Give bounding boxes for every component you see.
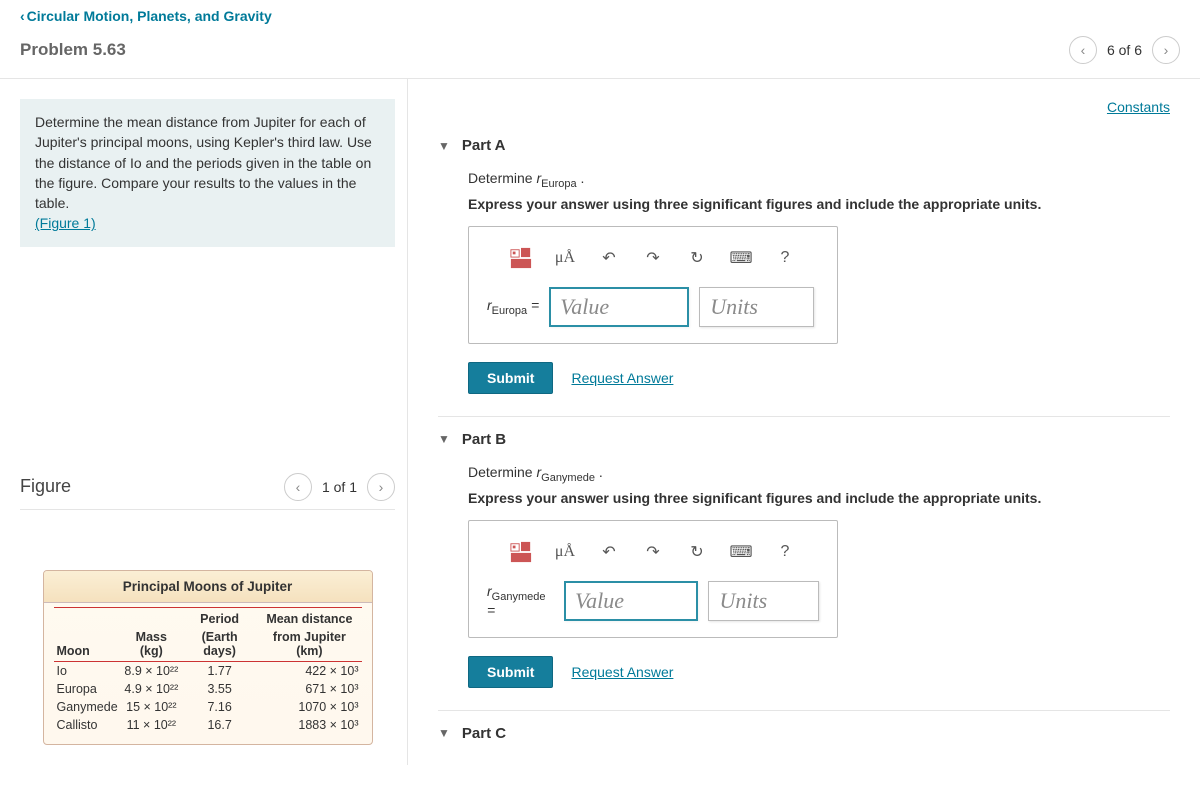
units-icon[interactable]: μÅ: [545, 243, 585, 273]
th-period-l1: Period: [182, 607, 257, 626]
prompt-text: Determine the mean distance from Jupiter…: [35, 114, 372, 211]
figure-heading: Figure: [20, 476, 71, 497]
part-b: ▼ Part B Determine rGanymede . Express y…: [438, 427, 1170, 711]
undo-icon[interactable]: ↶: [589, 243, 629, 273]
th-moon: Moon: [54, 607, 121, 661]
problem-position: 6 of 6: [1107, 42, 1142, 58]
part-b-instructions: Express your answer using three signific…: [468, 490, 1170, 506]
figure-link[interactable]: (Figure 1): [35, 215, 96, 231]
part-b-var-label: rGanymede =: [487, 583, 554, 619]
th-period-l2: (Earth days): [182, 626, 257, 662]
next-problem-button[interactable]: ›: [1152, 36, 1180, 64]
table-row: Ganymede 15 × 10²² 7.16 1070 × 10³: [54, 698, 362, 716]
collapse-icon[interactable]: ▼: [438, 139, 450, 153]
value-input[interactable]: Value: [564, 581, 698, 621]
problem-prompt: Determine the mean distance from Jupiter…: [20, 99, 395, 247]
help-icon[interactable]: ?: [765, 243, 805, 273]
prev-problem-button[interactable]: ‹: [1069, 36, 1097, 64]
part-a-title: Part A: [462, 137, 506, 154]
part-a-var-label: rEuropa =: [487, 297, 539, 317]
submit-button[interactable]: Submit: [468, 362, 553, 394]
collapse-icon[interactable]: ▼: [438, 432, 450, 446]
redo-icon[interactable]: ↷: [633, 243, 673, 273]
units-input[interactable]: Units: [708, 581, 819, 621]
part-c-title: Part C: [462, 725, 506, 742]
part-c: ▼ Part C: [438, 721, 1170, 742]
figure-table: Principal Moons of Jupiter Moon Mass (kg…: [43, 570, 373, 745]
collapse-icon[interactable]: ▼: [438, 726, 450, 740]
th-dist-l1: Mean distance: [257, 607, 361, 626]
request-answer-link[interactable]: Request Answer: [571, 370, 673, 386]
value-input[interactable]: Value: [549, 287, 689, 327]
chapter-title: Circular Motion, Planets, and Gravity: [27, 8, 272, 24]
table-row: Europa 4.9 × 10²² 3.55 671 × 10³: [54, 680, 362, 698]
problem-nav: ‹ 6 of 6 ›: [1069, 36, 1180, 64]
request-answer-link[interactable]: Request Answer: [571, 664, 673, 680]
units-icon[interactable]: μÅ: [545, 537, 585, 567]
part-a-answer-box: μÅ ↶ ↷ ↻ ⌨ ? rEuropa = Value Units: [468, 226, 838, 344]
table-row: Callisto 11 × 10²² 16.7 1883 × 10³: [54, 716, 362, 734]
keyboard-icon[interactable]: ⌨: [721, 537, 761, 567]
part-a: ▼ Part A Determine rEuropa . Express you…: [438, 133, 1170, 417]
reset-icon[interactable]: ↻: [677, 243, 717, 273]
part-b-prompt: Determine rGanymede .: [468, 464, 1170, 484]
table-row: Io 8.9 × 10²² 1.77 422 × 10³: [54, 661, 362, 680]
figure-position: 1 of 1: [322, 479, 357, 495]
part-b-title: Part B: [462, 431, 506, 448]
reset-icon[interactable]: ↻: [677, 537, 717, 567]
submit-button[interactable]: Submit: [468, 656, 553, 688]
th-mass: Mass (kg): [121, 607, 182, 661]
next-figure-button[interactable]: ›: [367, 473, 395, 501]
templates-icon[interactable]: [501, 243, 541, 273]
help-icon[interactable]: ?: [765, 537, 805, 567]
constants-link[interactable]: Constants: [1107, 99, 1170, 115]
chapter-breadcrumb-link[interactable]: ‹ Circular Motion, Planets, and Gravity: [20, 8, 272, 24]
part-b-answer-box: μÅ ↶ ↷ ↻ ⌨ ? rGanymede = Value Units: [468, 520, 838, 638]
keyboard-icon[interactable]: ⌨: [721, 243, 761, 273]
chevron-left-icon: ‹: [20, 8, 25, 24]
table-caption: Principal Moons of Jupiter: [44, 571, 372, 603]
undo-icon[interactable]: ↶: [589, 537, 629, 567]
prev-figure-button[interactable]: ‹: [284, 473, 312, 501]
th-dist-l2: from Jupiter (km): [257, 626, 361, 662]
part-a-prompt: Determine rEuropa .: [468, 170, 1170, 190]
problem-title: Problem 5.63: [20, 40, 126, 60]
redo-icon[interactable]: ↷: [633, 537, 673, 567]
templates-icon[interactable]: [501, 537, 541, 567]
units-input[interactable]: Units: [699, 287, 814, 327]
part-a-instructions: Express your answer using three signific…: [468, 196, 1170, 212]
